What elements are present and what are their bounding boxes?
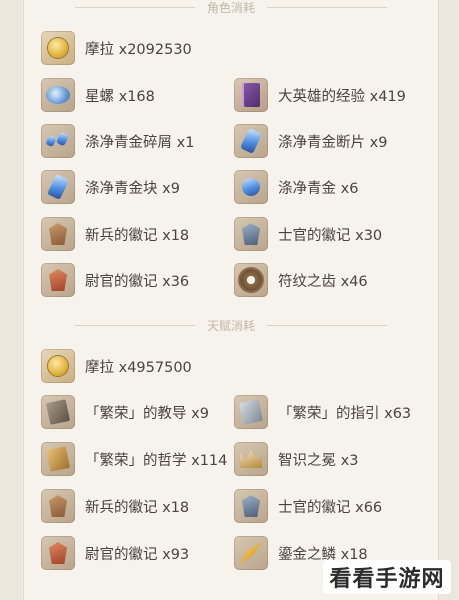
wanderers-advice-icon [41, 78, 75, 112]
list-item: 摩拉 x2092530 [41, 29, 192, 67]
list-item: 智识之冕 x3 [234, 440, 358, 478]
list-item: 尉官的徽记 x36 [41, 261, 189, 299]
list-item: 士官的徽记 x66 [234, 487, 382, 525]
sergeant-insignia-icon [234, 217, 268, 251]
list-item: 「繁荣」的哲学 x114 [41, 440, 227, 478]
list-item: 星螺 x168 [41, 76, 155, 114]
rune-tooth-icon [234, 263, 268, 297]
item-label: 尉官的徽记 x36 [85, 273, 190, 290]
list-item: 涤净青金碎屑 x1 [41, 122, 194, 160]
philosophies-book-icon [41, 442, 75, 476]
list-item: 符纹之齿 x46 [234, 261, 368, 299]
alchemy-scale-icon [234, 536, 268, 570]
heros-wit-book-icon [234, 78, 268, 112]
item-label: 摩拉 x4957500 [85, 359, 192, 376]
item-label: 尉官的徽记 x93 [85, 546, 190, 563]
item-label: 星螺 x168 [85, 88, 155, 105]
list-item: 摩拉 x4957500 [41, 347, 192, 385]
item-label: 涤净青金 x6 [278, 180, 359, 197]
site-watermark: 看看手游网 [323, 560, 451, 594]
list-item: 涤净青金断片 x9 [234, 122, 387, 160]
section-header-talent: 天赋消耗 [24, 318, 438, 333]
item-label: 符纹之齿 x46 [278, 273, 368, 290]
item-label: 「繁荣」的哲学 x114 [85, 452, 228, 469]
item-label: 智识之冕 x3 [278, 452, 359, 469]
item-label: 摩拉 x2092530 [85, 41, 192, 58]
item-label: 新兵的徽记 x18 [85, 227, 190, 244]
list-item: 「繁荣」的教导 x9 [41, 393, 209, 431]
section-title: 角色消耗 [206, 0, 255, 15]
recruit-insignia-icon [41, 217, 75, 251]
item-label: 涤净青金碎屑 x1 [85, 134, 195, 151]
gem-fragment-icon [234, 124, 268, 158]
list-item: 大英雄的经验 x419 [234, 76, 406, 114]
list-item: 「繁荣」的指引 x63 [234, 393, 411, 431]
crown-of-insight-icon [234, 442, 268, 476]
gem-chunk-icon [41, 170, 75, 204]
list-item: 新兵的徽记 x18 [41, 215, 189, 253]
lieutenant-insignia-icon [41, 536, 75, 570]
list-item: 尉官的徽记 x93 [41, 534, 189, 572]
item-label: 士官的徽记 x30 [278, 227, 383, 244]
list-item: 涤净青金块 x9 [41, 168, 180, 206]
item-label: 大英雄的经验 x419 [278, 88, 406, 105]
section-title: 天赋消耗 [206, 318, 255, 333]
item-label: 新兵的徽记 x18 [85, 499, 190, 516]
section-header-character: 角色消耗 [24, 0, 438, 15]
item-label: 士官的徽记 x66 [278, 499, 383, 516]
gem-gemstone-icon [234, 170, 268, 204]
right-margin [437, 0, 459, 600]
teachings-book-icon [41, 395, 75, 429]
item-label: 涤净青金断片 x9 [278, 134, 388, 151]
materials-panel: 角色消耗 摩拉 x2092530 星螺 x168 大英雄的经验 x419 涤净青… [23, 0, 439, 600]
recruit-insignia-icon [41, 489, 75, 523]
lieutenant-insignia-icon [41, 263, 75, 297]
guide-book-icon [234, 395, 268, 429]
item-label: 涤净青金块 x9 [85, 180, 180, 197]
left-margin [0, 0, 22, 600]
list-item: 士官的徽记 x30 [234, 215, 382, 253]
item-label: 「繁荣」的教导 x9 [85, 405, 209, 422]
sergeant-insignia-icon [234, 489, 268, 523]
mora-coin-icon [41, 31, 75, 65]
list-item: 涤净青金 x6 [234, 168, 358, 206]
item-label: 「繁荣」的指引 x63 [278, 405, 412, 422]
gem-sliver-icon [41, 124, 75, 158]
mora-coin-icon [41, 349, 75, 383]
list-item: 新兵的徽记 x18 [41, 487, 189, 525]
